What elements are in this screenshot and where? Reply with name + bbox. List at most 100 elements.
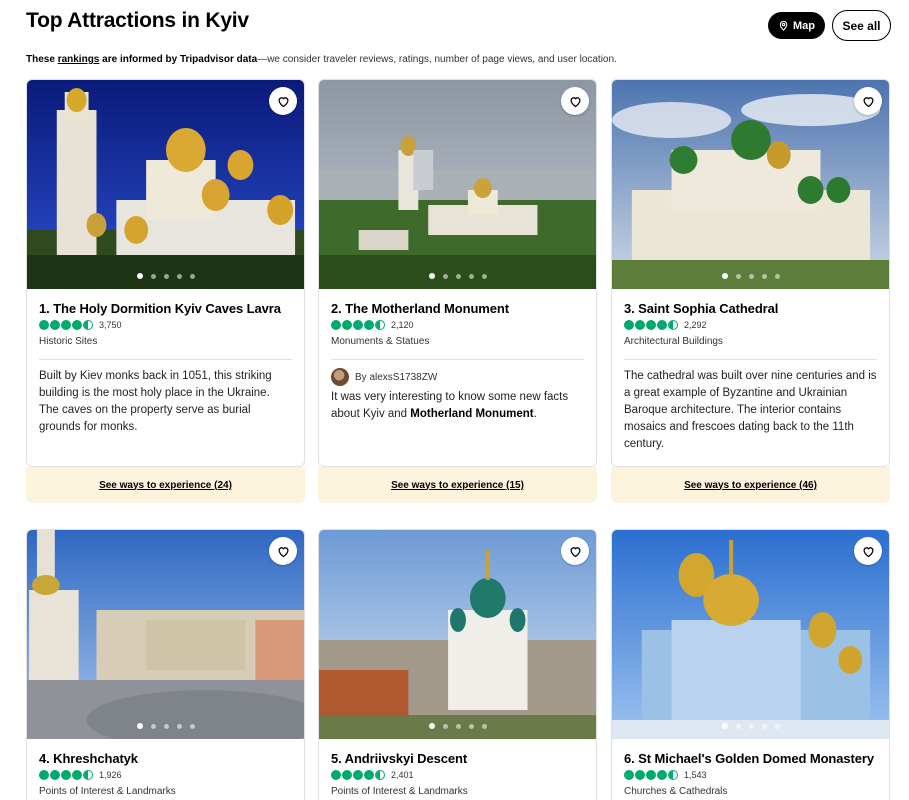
carousel-dot[interactable]	[150, 723, 156, 729]
attraction-photo[interactable]	[319, 80, 596, 289]
carousel-dot[interactable]	[176, 273, 182, 279]
heart-icon	[569, 96, 581, 107]
carousel-dot[interactable]	[428, 273, 435, 279]
attraction-card[interactable]: 2. The Motherland Monument 2,120 Monumen…	[318, 79, 597, 503]
carousel-dot[interactable]	[136, 273, 143, 279]
review-count[interactable]: 1,543	[684, 770, 707, 780]
attraction-title[interactable]: 4. Khreshchatyk	[39, 751, 292, 766]
rating-row: 2,292	[624, 320, 877, 330]
carousel-dot[interactable]	[455, 723, 461, 729]
attraction-photo[interactable]	[27, 80, 304, 289]
carousel-dot[interactable]	[176, 723, 182, 729]
save-button[interactable]	[561, 87, 589, 115]
attraction-photo[interactable]	[612, 80, 889, 289]
review-count[interactable]: 2,292	[684, 320, 707, 330]
review-count[interactable]: 1,926	[99, 770, 122, 780]
save-button[interactable]	[561, 537, 589, 565]
save-button[interactable]	[854, 87, 882, 115]
carousel-dot[interactable]	[774, 723, 780, 729]
carousel-dot[interactable]	[428, 723, 435, 729]
attraction-category: Monuments & Statues	[331, 336, 430, 347]
divider	[624, 359, 877, 360]
carousel-dots[interactable]	[319, 723, 596, 729]
review-count[interactable]: 2,401	[391, 770, 414, 780]
attraction-description: Built by Kiev monks back in 1051, this s…	[39, 370, 272, 433]
rating-row: 2,401	[331, 770, 584, 780]
page-title: Top Attractions in Kyiv	[26, 9, 249, 32]
attraction-card[interactable]: 1. The Holy Dormition Kyiv Caves Lavra 3…	[26, 79, 305, 503]
rating-row: 2,120	[331, 320, 584, 330]
carousel-dot[interactable]	[481, 273, 487, 279]
carousel-dot[interactable]	[735, 723, 741, 729]
carousel-dot[interactable]	[468, 273, 474, 279]
carousel-dot[interactable]	[163, 723, 169, 729]
divider	[39, 359, 292, 360]
attraction-category: Points of Interest & Landmarks	[331, 786, 468, 797]
carousel-dot[interactable]	[721, 273, 728, 279]
attraction-title[interactable]: 5. Andriivskyi Descent	[331, 751, 584, 766]
carousel-dot[interactable]	[761, 723, 767, 729]
heart-icon	[277, 96, 289, 107]
review-count[interactable]: 3,750	[99, 320, 122, 330]
map-button-label: Map	[793, 19, 815, 32]
carousel-dots[interactable]	[27, 723, 304, 729]
review-author[interactable]: By alexsS1738ZW	[355, 372, 437, 383]
carousel-dot[interactable]	[761, 273, 767, 279]
rating-row: 3,750	[39, 320, 292, 330]
attraction-title[interactable]: 2. The Motherland Monument	[331, 301, 584, 316]
carousel-dot[interactable]	[481, 723, 487, 729]
review-author-row[interactable]: By alexsS1738ZW	[331, 368, 584, 386]
attraction-title[interactable]: 3. Saint Sophia Cathedral	[624, 301, 877, 316]
see-ways-to-experience-link[interactable]: See ways to experience (24)	[26, 467, 305, 503]
carousel-dot[interactable]	[150, 273, 156, 279]
rating-bubbles-icon	[39, 770, 93, 780]
attraction-photo[interactable]	[27, 530, 304, 739]
carousel-dots[interactable]	[612, 273, 889, 279]
carousel-dot[interactable]	[735, 273, 741, 279]
see-all-button[interactable]: See all	[832, 10, 891, 41]
carousel-dot[interactable]	[455, 273, 461, 279]
carousel-dot[interactable]	[189, 723, 195, 729]
carousel-dot[interactable]	[442, 273, 448, 279]
disclaimer-middle: are informed by Tripadvisor data	[99, 54, 258, 65]
save-button[interactable]	[854, 537, 882, 565]
carousel-dot[interactable]	[748, 723, 754, 729]
carousel-dots[interactable]	[612, 723, 889, 729]
review-count[interactable]: 2,120	[391, 320, 414, 330]
save-button[interactable]	[269, 537, 297, 565]
avatar[interactable]	[331, 368, 349, 386]
attraction-title[interactable]: 1. The Holy Dormition Kyiv Caves Lavra	[39, 301, 292, 316]
rating-bubbles-icon	[624, 770, 678, 780]
rating-bubbles-icon	[331, 770, 385, 780]
attraction-category: Historic Sites	[39, 336, 98, 347]
rating-row: 1,926	[39, 770, 292, 780]
carousel-dots[interactable]	[319, 273, 596, 279]
map-button[interactable]: Map	[768, 12, 825, 39]
motherland-photo-illustration	[319, 80, 596, 289]
carousel-dot[interactable]	[136, 723, 143, 729]
attraction-description: The cathedral was built over nine centur…	[624, 370, 877, 450]
attraction-photo[interactable]	[612, 530, 889, 739]
rankings-link[interactable]: rankings	[58, 54, 100, 65]
carousel-dot[interactable]	[189, 273, 195, 279]
attraction-card[interactable]: 6. St Michael's Golden Domed Monastery 1…	[611, 529, 890, 800]
save-button[interactable]	[269, 87, 297, 115]
see-ways-to-experience-link[interactable]: See ways to experience (15)	[318, 467, 597, 503]
carousel-dots[interactable]	[27, 273, 304, 279]
attraction-card[interactable]: 3. Saint Sophia Cathedral 2,292 Architec…	[611, 79, 890, 503]
attraction-title[interactable]: 6. St Michael's Golden Domed Monastery	[624, 751, 877, 766]
carousel-dot[interactable]	[721, 723, 728, 729]
disclaimer-suffix: —we consider traveler reviews, ratings, …	[257, 54, 617, 65]
attraction-category: Architectural Buildings	[624, 336, 723, 347]
carousel-dot[interactable]	[442, 723, 448, 729]
carousel-dot[interactable]	[774, 273, 780, 279]
carousel-dot[interactable]	[468, 723, 474, 729]
carousel-dot[interactable]	[748, 273, 754, 279]
see-ways-to-experience-link[interactable]: See ways to experience (46)	[611, 467, 890, 503]
carousel-dot[interactable]	[163, 273, 169, 279]
attraction-photo[interactable]	[319, 530, 596, 739]
attraction-card[interactable]: 4. Khreshchatyk 1,926 Points of Interest…	[26, 529, 305, 800]
attraction-card[interactable]: 5. Andriivskyi Descent 2,401 Points of I…	[318, 529, 597, 800]
attraction-category: Churches & Cathedrals	[624, 786, 728, 797]
review-snippet: It was very interesting to know some new…	[331, 389, 584, 423]
